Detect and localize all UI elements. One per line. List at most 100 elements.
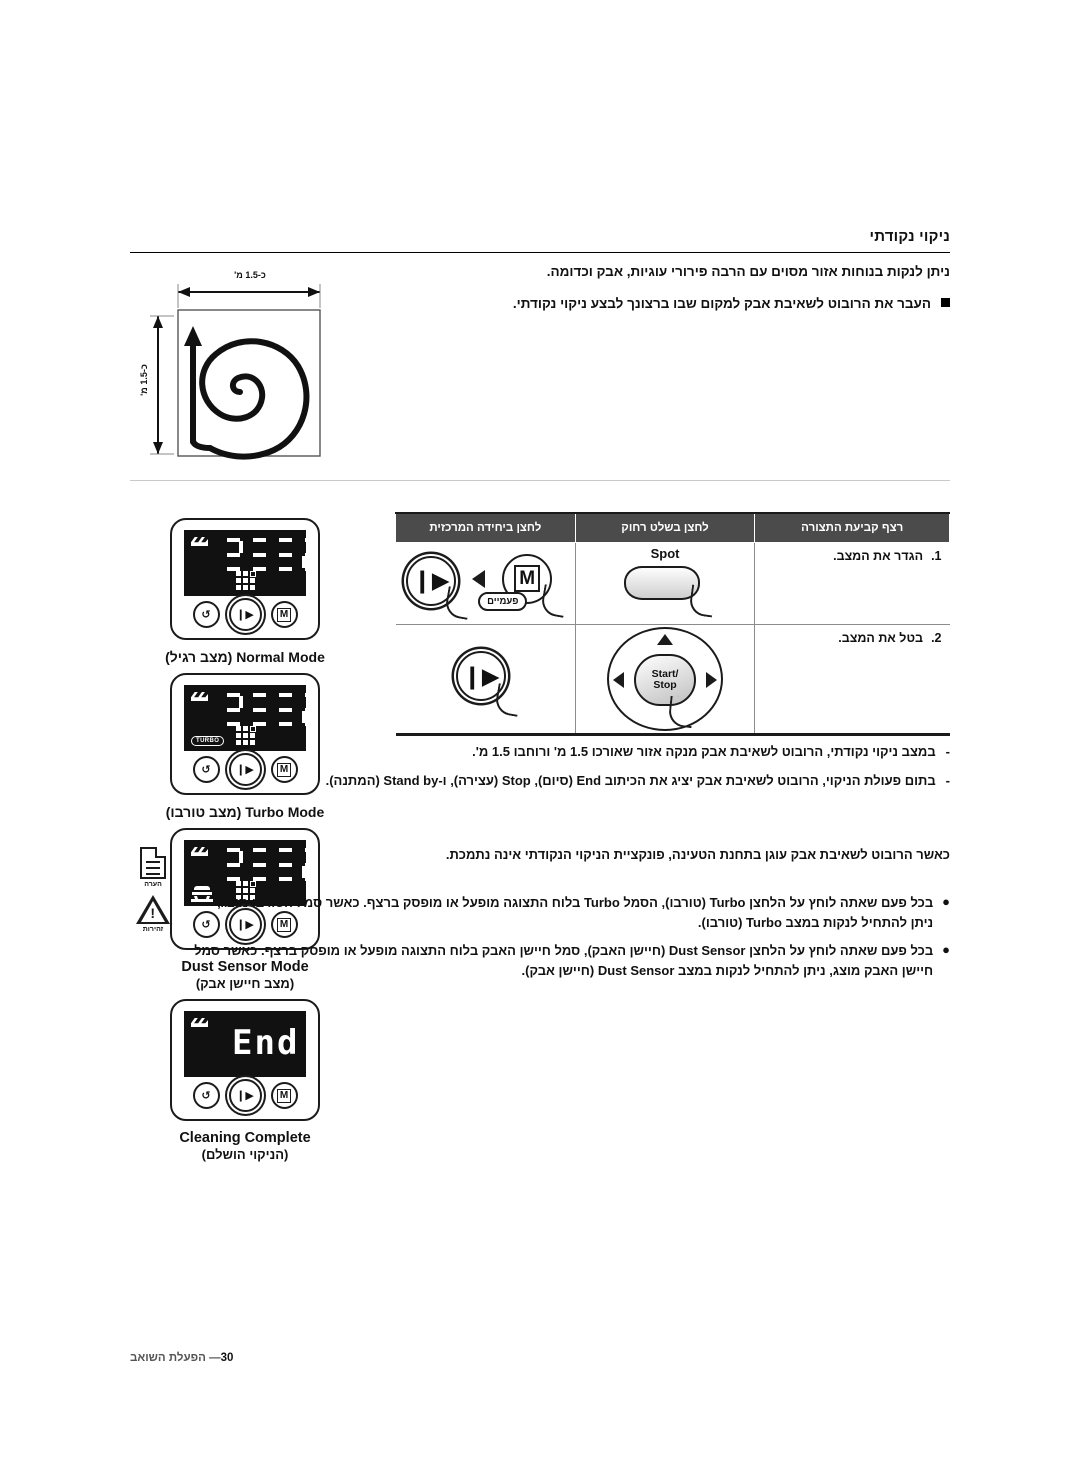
cell-sequence-2: 2. בטל את המצב. bbox=[754, 624, 950, 736]
cell-remote-2: Start/Stop bbox=[574, 624, 755, 736]
control-panel: End M ▶❙ ↺ bbox=[170, 999, 320, 1121]
step-number-2: 2. bbox=[931, 631, 942, 645]
bullet-dot-icon: ● bbox=[942, 894, 950, 909]
control-panel: M ▶❙ ↺ bbox=[170, 518, 320, 640]
footer-dash: — bbox=[209, 1352, 221, 1364]
step-number-1: 1. bbox=[931, 549, 942, 563]
segment-digit bbox=[302, 538, 321, 571]
dpad-left-icon[interactable] bbox=[613, 672, 625, 688]
note-block: כאשר הרובוט לשאיבת אבק עוגן בתחנת הטעינה… bbox=[130, 845, 950, 888]
hand-icon bbox=[493, 683, 523, 717]
footer-label: הפעלת השואב bbox=[130, 1352, 206, 1364]
unit-button-group: ▶❙ bbox=[440, 639, 530, 719]
lcd-screen bbox=[184, 530, 318, 596]
spiral-path-icon bbox=[150, 284, 321, 460]
panel-button-row: M ▶❙ ↺ bbox=[172, 1079, 318, 1112]
spot-button-icon[interactable]: Spot bbox=[590, 546, 740, 622]
note-icon-caption: הערה bbox=[144, 881, 162, 888]
battery-icon bbox=[191, 1018, 208, 1027]
warning-triangle-icon: ! bbox=[136, 895, 170, 924]
panel-normal-mode: M ▶❙ ↺ Normal Mode (מצב רגיל) bbox=[130, 518, 360, 665]
configuration-steps-table: רצף קביעת התצורה לחצן בשלט רחוק לחצן ביח… bbox=[395, 512, 950, 736]
hand-icon bbox=[539, 583, 569, 618]
segment-digit bbox=[250, 538, 269, 571]
hand-icon bbox=[443, 585, 473, 620]
caution-icon-column: ! זהירות bbox=[130, 893, 176, 933]
recharge-button[interactable]: ↺ bbox=[192, 1082, 220, 1109]
segment-digit bbox=[224, 693, 243, 726]
dash-note-text: בתום פעולת הניקוי, הרובוט לשאיבת אבק יצי… bbox=[325, 773, 936, 789]
dash-mark: - bbox=[945, 773, 950, 789]
segment-digit bbox=[276, 693, 295, 726]
page-footer: 30— הפעלת השואב bbox=[130, 1352, 950, 1364]
segment-digit bbox=[224, 538, 243, 571]
diagram-height-label: כ-1.5 מ' bbox=[139, 364, 149, 396]
caution-bullet-item: ● בכל פעם שאתה לוחץ על הלחצן Dust Sensor… bbox=[192, 941, 950, 981]
note-body: כאשר הרובוט לשאיבת אבק עוגן בתחנת הטעינה… bbox=[192, 845, 950, 873]
recharge-button[interactable]: ↺ bbox=[192, 601, 220, 628]
step-label-1: הגדר את המצב. bbox=[833, 549, 924, 563]
caution-block: ● בכל פעם שאתה לוחץ על הלחצן Turbo (טורב… bbox=[130, 893, 950, 990]
cell-unit-2: ▶❙ bbox=[395, 624, 576, 736]
mid-divider bbox=[130, 480, 950, 481]
unit-art-1: ▶❙ M פעמיים bbox=[396, 543, 575, 624]
caution-icon-caption: זהירות bbox=[142, 926, 164, 933]
lcd-text: End bbox=[232, 1023, 300, 1063]
battery-icon bbox=[191, 692, 208, 701]
dash-mark: - bbox=[945, 744, 950, 759]
bullet-dot-icon: ● bbox=[942, 942, 950, 958]
document-note-icon bbox=[140, 847, 166, 879]
caution-body: ● בכל פעם שאתה לוחץ על הלחצן Turbo (טורב… bbox=[192, 893, 950, 990]
segment-digit bbox=[250, 693, 269, 726]
table-row: 2.בטל את המצב. Start/Stop ▶❙ bbox=[395, 624, 950, 736]
caution-bullet-text: בכל פעם שאתה לוחץ על הלחצן Dust Sensor (… bbox=[194, 943, 934, 979]
dpad-startstop-icon[interactable]: Start/Stop bbox=[607, 627, 724, 731]
panel-label-en: Turbo Mode bbox=[245, 804, 325, 820]
panel-label-he: (הניקוי הושלם) bbox=[201, 1147, 289, 1162]
header-unit-button: לחצן ביחידה המרכזית bbox=[395, 512, 576, 543]
mode-button[interactable]: M bbox=[270, 601, 298, 628]
panel-button-row: M ▶❙ ↺ bbox=[172, 598, 318, 631]
dpad-right-icon[interactable] bbox=[706, 672, 718, 688]
mode-button[interactable]: M bbox=[270, 1082, 298, 1109]
panel-label-he: (מצב רגיל) bbox=[165, 649, 233, 665]
header-remote-button: לחצן בשלט רחוק bbox=[574, 512, 756, 543]
title-divider bbox=[130, 252, 950, 253]
dash-note-list: - במצב ניקוי נקודתי, הרובוט לשאיבת אבק מ… bbox=[130, 742, 950, 800]
caution-bullet-text: בכל פעם שאתה לוחץ על הלחצן Turbo (טורבו)… bbox=[217, 895, 934, 931]
cell-sequence-1: 1. הגדר את המצב. bbox=[754, 542, 950, 625]
page-number: 30 bbox=[220, 1352, 234, 1364]
step-text-1: 1. הגדר את המצב. bbox=[763, 549, 941, 563]
start-stop-button[interactable]: ▶❙ bbox=[228, 598, 262, 631]
page-title: ניקוי נקודתי bbox=[869, 228, 950, 245]
grid-dots-icon bbox=[236, 571, 260, 591]
display-panel-column: M ▶❙ ↺ Normal Mode (מצב רגיל) TURBO M ▶❙… bbox=[130, 518, 360, 1170]
table-header-row: רצף קביעת התצורה לחצן בשלט רחוק לחצן ביח… bbox=[395, 512, 950, 543]
segment-digit bbox=[276, 538, 295, 571]
dash-note-item: - במצב ניקוי נקודתי, הרובוט לשאיבת אבק מ… bbox=[130, 742, 950, 762]
panel-label-turbo: Turbo Mode (מצב טורבו) bbox=[130, 804, 360, 820]
remote-art-2: Start/Stop bbox=[576, 625, 755, 733]
spot-key[interactable] bbox=[624, 565, 701, 600]
unit-art-2: ▶❙ bbox=[396, 625, 575, 733]
note-text: כאשר הרובוט לשאיבת אבק עוגן בתחנת הטעינה… bbox=[445, 847, 950, 862]
arrow-left-icon bbox=[472, 569, 486, 588]
dash-note-item: - בתום פעולת הניקוי, הרובוט לשאיבת אבק י… bbox=[130, 771, 950, 791]
battery-icon bbox=[191, 537, 208, 546]
dash-note-text: במצב ניקוי נקודתי, הרובוט לשאיבת אבק מנק… bbox=[472, 744, 936, 759]
segment-display bbox=[224, 693, 321, 726]
table-row: 1. הגדר את המצב. Spot ▶❙ M פעמיים bbox=[395, 542, 950, 625]
remote-art-1: Spot bbox=[576, 543, 755, 624]
play-pause-icon: ▶❙ bbox=[412, 567, 450, 593]
panel-label-en: Normal Mode bbox=[236, 649, 325, 665]
intro-bullet-text: העבר את הרובוט לשאיבת אבק למקום שבו ברצו… bbox=[512, 296, 931, 312]
start-stop-button[interactable]: ▶❙ bbox=[228, 1079, 262, 1112]
panel-label-he: (מצב טורבו) bbox=[165, 804, 242, 820]
lcd-screen: End bbox=[184, 1011, 306, 1077]
exclamation-glyph: ! bbox=[150, 905, 155, 921]
press-twice-callout: פעמיים bbox=[478, 591, 528, 611]
square-bullet-icon bbox=[941, 298, 950, 308]
dpad-up-icon[interactable] bbox=[657, 634, 674, 645]
header-sequence: רצף קביעת התצורה bbox=[754, 512, 950, 543]
step-text-2: 2. בטל את המצב. bbox=[763, 631, 941, 645]
